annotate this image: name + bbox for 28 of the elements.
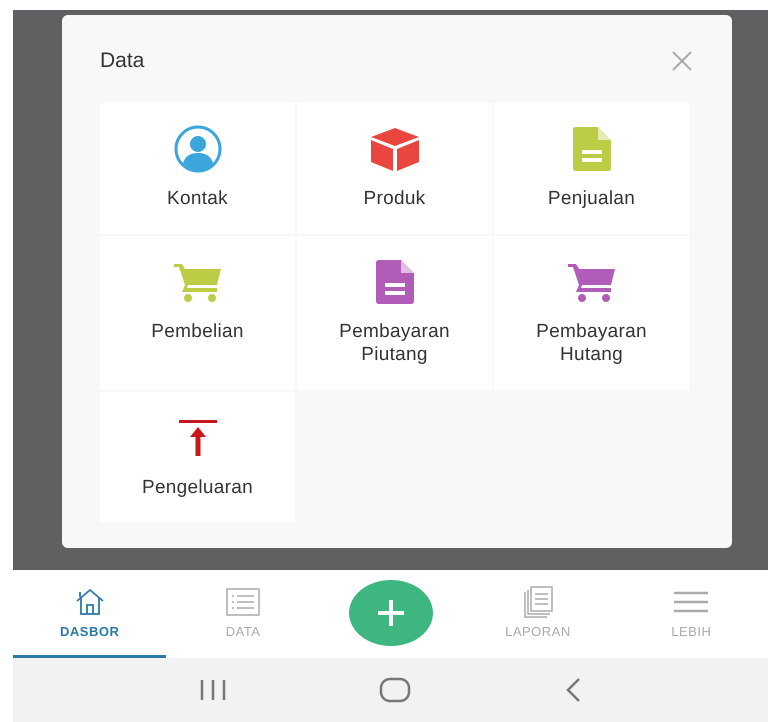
- list-icon: [226, 588, 260, 616]
- cart-icon: [566, 261, 616, 303]
- menu-tile[interactable]: Pembelian: [100, 236, 295, 390]
- back-button[interactable]: [564, 677, 582, 703]
- menu-icon: [674, 591, 708, 613]
- menu-tile[interactable]: Pengeluaran: [100, 392, 295, 522]
- plus-icon: [376, 598, 406, 628]
- document-icon: [572, 126, 612, 172]
- home-button[interactable]: [379, 677, 412, 703]
- menu-tile[interactable]: Produk: [297, 103, 492, 234]
- recent-apps-button[interactable]: [199, 679, 228, 701]
- recent-apps-icon: [199, 679, 228, 701]
- menu-tile[interactable]: Penjualan: [494, 103, 689, 234]
- menu-tile[interactable]: Pembayaran Piutang: [297, 236, 492, 390]
- home-icon: [74, 588, 105, 616]
- home-outline-icon: [379, 677, 412, 703]
- close-button[interactable]: [670, 49, 694, 73]
- upload-icon: [178, 418, 218, 458]
- document-icon: [374, 259, 414, 305]
- person-icon: [174, 125, 222, 173]
- close-icon: [670, 49, 694, 73]
- box-icon: [368, 126, 420, 172]
- menu-tile[interactable]: Kontak: [100, 103, 295, 234]
- report-icon: [522, 586, 553, 618]
- menu-tile[interactable]: Pembayaran Hutang: [494, 236, 689, 390]
- dialog-title: Data: [100, 49, 144, 73]
- back-icon: [564, 677, 582, 703]
- cart-icon: [172, 261, 222, 303]
